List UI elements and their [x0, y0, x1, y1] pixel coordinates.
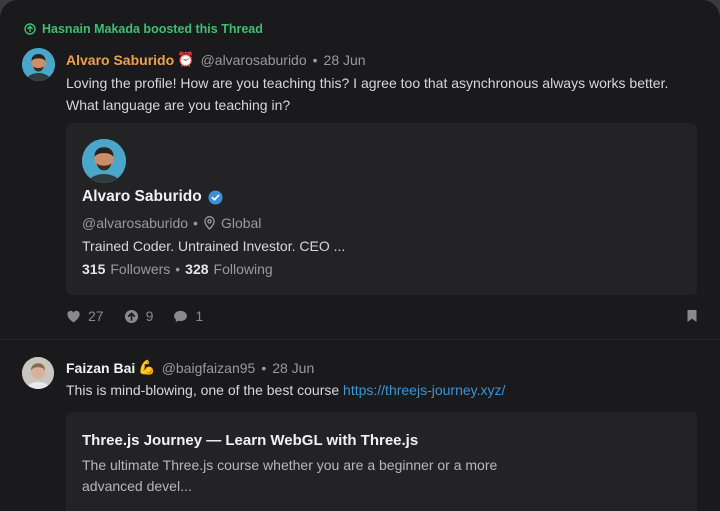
author-name[interactable]: Alvaro Saburido — [66, 52, 174, 68]
profile-card-name: Alvaro Saburido — [82, 188, 223, 206]
profile-handle: @alvarosaburido — [82, 215, 189, 231]
profile-name[interactable]: Alvaro Saburido — [82, 188, 202, 206]
bookmark-icon[interactable] — [686, 309, 698, 323]
post-header: Alvaro Saburido ⏰ @alvarosaburido • 28 J… — [66, 51, 366, 68]
followers-count[interactable]: 315 — [82, 261, 105, 277]
author-handle[interactable]: @alvarosaburido — [201, 52, 307, 68]
comment-count: 1 — [195, 308, 204, 324]
like-button[interactable]: 27 — [66, 308, 104, 324]
post-date[interactable]: 28 Jun — [272, 360, 314, 376]
thread-panel: Hasnain Makada boosted this Thread Alvar… — [0, 0, 720, 511]
avatar-image — [22, 48, 55, 81]
post-body: Loving the profile! How are you teaching… — [66, 72, 668, 116]
boost-text: Hasnain Makada boosted this Thread — [42, 22, 263, 36]
followers-label[interactable]: Followers — [110, 261, 170, 277]
profile-avatar-image — [82, 139, 126, 183]
post-divider — [0, 339, 720, 340]
avatar-image — [22, 357, 54, 389]
comment-button[interactable]: 1 — [173, 308, 203, 324]
post-body-text: This is mind-blowing, one of the best co… — [66, 382, 344, 398]
post-actions: 27 9 1 — [66, 307, 698, 325]
profile-card-avatar[interactable] — [82, 139, 126, 183]
author-name[interactable]: Faizan Bai — [66, 360, 135, 376]
post-faizan: Faizan Bai 💪 @baigfaizan95 • 28 Jun This… — [22, 357, 698, 511]
comment-icon — [174, 310, 188, 322]
boost-indicator[interactable]: Hasnain Makada boosted this Thread — [24, 22, 263, 36]
boost-up-icon — [24, 23, 36, 35]
post-body: This is mind-blowing, one of the best co… — [66, 379, 505, 401]
post-header: Faizan Bai 💪 @baigfaizan95 • 28 Jun — [66, 359, 314, 376]
boost-count: 9 — [145, 308, 154, 324]
location-pin-icon — [204, 216, 215, 230]
post-alvaro: Alvaro Saburido ⏰ @alvarosaburido • 28 J… — [22, 48, 698, 338]
profile-card-meta: @alvarosaburido • Global — [82, 215, 261, 231]
following-label[interactable]: Following — [214, 261, 273, 277]
link-preview-title[interactable]: Three.js Journey — Learn WebGL with Thre… — [82, 432, 418, 449]
post-date[interactable]: 28 Jun — [324, 52, 366, 68]
profile-stats: 315 Followers • 328 Following — [82, 261, 273, 277]
boost-icon — [124, 309, 138, 323]
verified-badge-icon — [208, 189, 223, 205]
author-handle[interactable]: @baigfaizan95 — [162, 360, 256, 376]
separator-dot: • — [193, 215, 198, 231]
avatar[interactable] — [22, 48, 55, 81]
heart-icon — [67, 310, 80, 322]
separator-dot: • — [312, 51, 318, 68]
profile-card[interactable]: Alvaro Saburido @alvarosaburido • Global… — [66, 123, 697, 295]
avatar[interactable] — [22, 357, 54, 389]
post-link[interactable]: https://threejs-journey.xyz/ — [343, 382, 505, 398]
author-emoji: ⏰ — [177, 51, 195, 67]
like-count: 27 — [88, 308, 104, 324]
following-count[interactable]: 328 — [185, 261, 208, 277]
post-body-line: What language are you teaching in? — [66, 97, 291, 113]
separator-dot: • — [175, 261, 181, 277]
link-preview-card[interactable]: Three.js Journey — Learn WebGL with Thre… — [66, 412, 697, 511]
link-preview-description: The ultimate Three.js course whether you… — [82, 457, 498, 494]
profile-location: Global — [220, 215, 262, 231]
author-emoji: 💪 — [138, 359, 156, 375]
separator-dot: • — [261, 359, 267, 376]
boost-button[interactable]: 9 — [124, 308, 154, 324]
post-body-line: Loving the profile! How are you teaching… — [66, 75, 669, 91]
profile-bio: Trained Coder. Untrained Investor. CEO .… — [82, 238, 346, 254]
